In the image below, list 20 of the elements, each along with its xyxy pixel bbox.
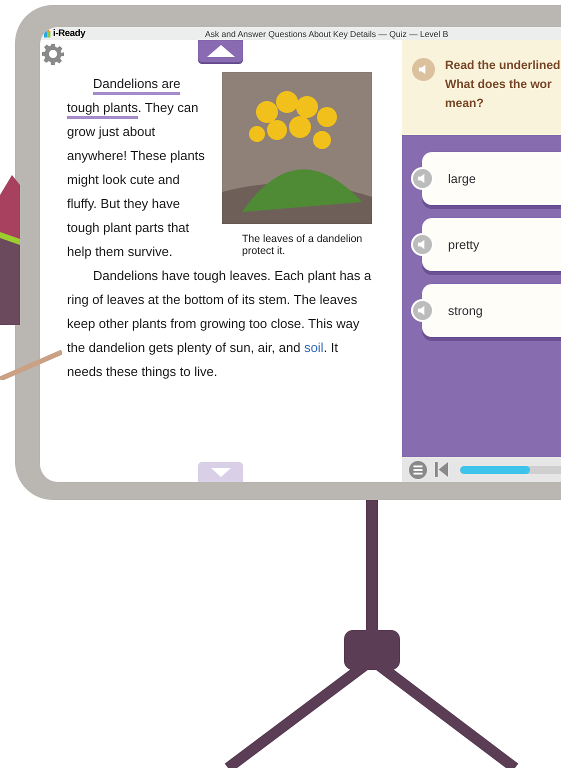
window-title: Ask and Answer Questions About Key Details — Quiz — Level B: [205, 28, 448, 38]
up-arrow-icon: [206, 45, 234, 57]
passage-paragraph: Dandelions have tough leaves. Each plant has a ring of leaves at the bottom of its stem. The leaves keep other plants from growing too close. This way the dandelion gets plenty of sun, air, and soil. It needs these things to live.: [67, 267, 372, 381]
settings-icon[interactable]: [42, 43, 64, 65]
list-icon[interactable]: [409, 460, 427, 478]
down-arrow-icon: [210, 468, 230, 476]
question-text: Read the underlined: [445, 58, 560, 73]
image-caption: The leaves of a dandelion protect it.: [242, 233, 364, 257]
speaker-icon[interactable]: [411, 233, 434, 256]
logo: i-Ready: [44, 28, 86, 39]
answer-option[interactable]: pretty: [422, 218, 561, 271]
answer-option[interactable]: large: [422, 152, 561, 205]
scroll-up-button[interactable]: [198, 40, 243, 62]
speaker-icon[interactable]: [411, 299, 434, 322]
answer-option[interactable]: strong: [422, 284, 561, 337]
skip-back-icon[interactable]: [435, 462, 448, 477]
speaker-icon[interactable]: [411, 167, 434, 190]
glossary-link[interactable]: soil: [304, 340, 324, 355]
question-text: mean?: [445, 96, 485, 111]
question-text: What does the wor: [445, 77, 553, 92]
